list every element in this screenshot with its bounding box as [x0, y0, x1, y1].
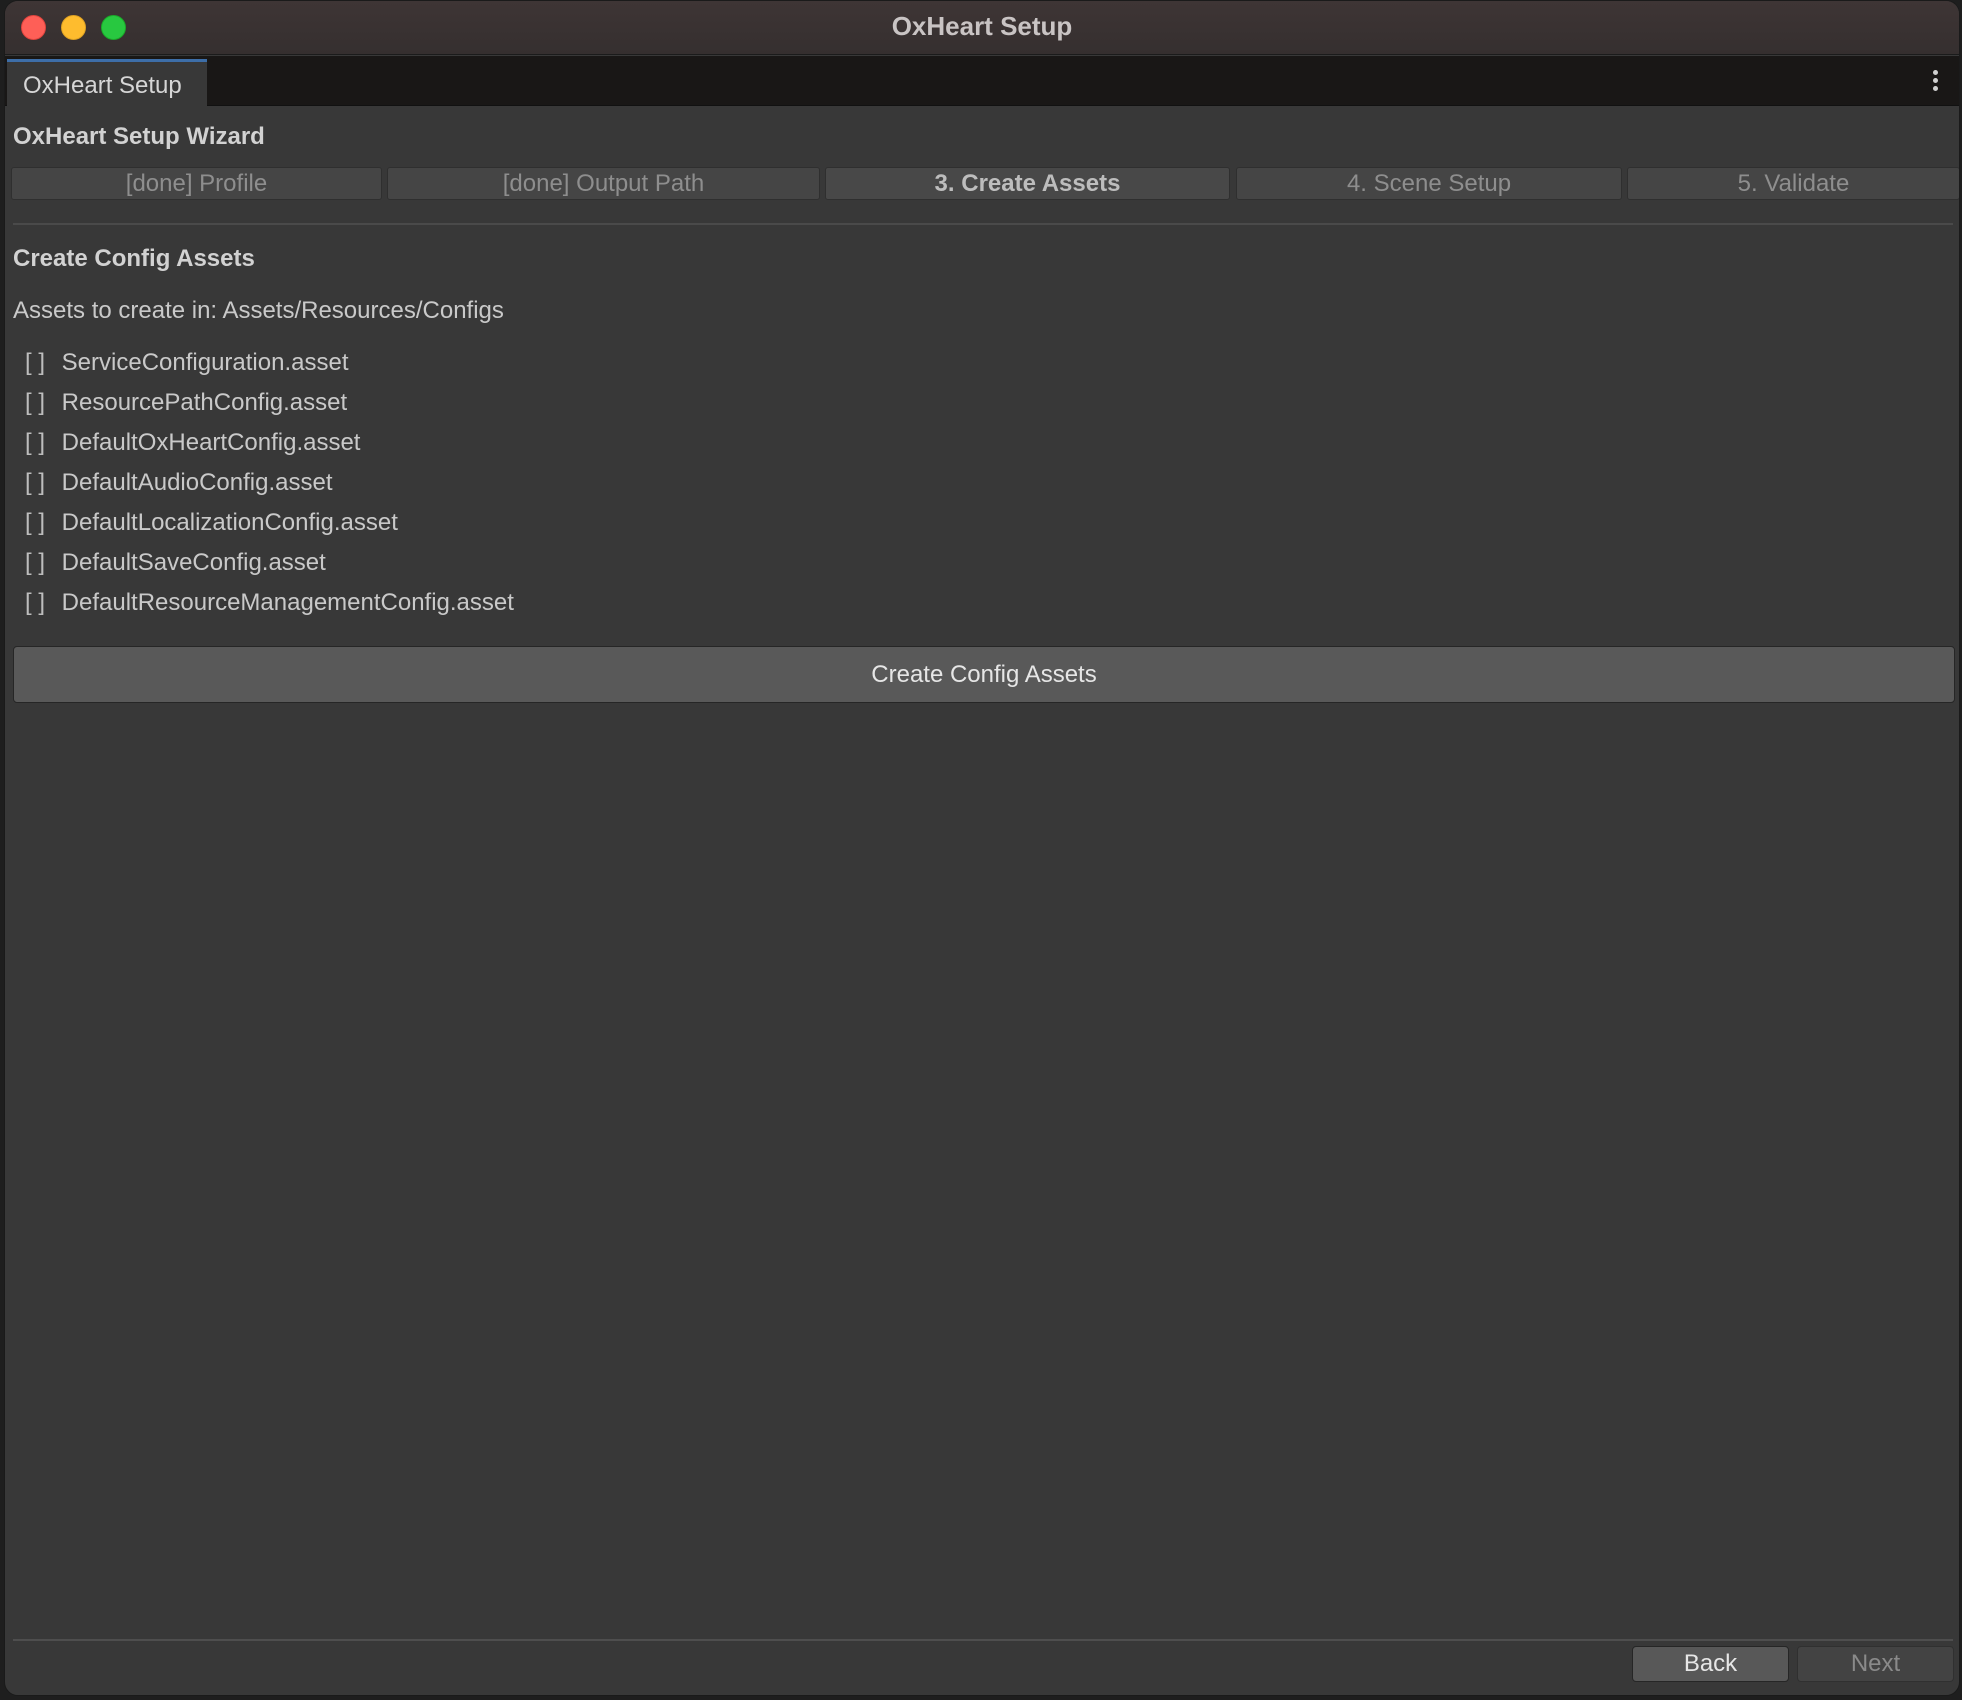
checkbox-indicator: [ ] — [25, 549, 46, 576]
list-item: [ ] DefaultLocalizationConfig.asset — [25, 509, 514, 549]
asset-name: ResourcePathConfig.asset — [61, 389, 348, 416]
list-item: [ ] DefaultSaveConfig.asset — [25, 549, 514, 589]
assets-path-label: Assets to create in: Assets/Resources/Co… — [13, 297, 504, 324]
next-button[interactable]: Next — [1797, 1646, 1954, 1682]
checkbox-indicator: [ ] — [25, 389, 46, 416]
checkbox-indicator: [ ] — [25, 429, 46, 456]
list-item: [ ] ServiceConfiguration.asset — [25, 349, 514, 389]
asset-name: ServiceConfiguration.asset — [61, 349, 349, 376]
tab-strip: OxHeart Setup — [5, 56, 1959, 106]
more-vertical-icon[interactable] — [1931, 70, 1939, 94]
list-item: [ ] ResourcePathConfig.asset — [25, 389, 514, 429]
asset-name: DefaultLocalizationConfig.asset — [61, 509, 398, 536]
step-profile[interactable]: [done] Profile — [11, 167, 382, 200]
asset-name: DefaultOxHeartConfig.asset — [61, 429, 361, 456]
step-create-assets[interactable]: 3. Create Assets — [825, 167, 1230, 200]
asset-name: DefaultAudioConfig.asset — [61, 469, 333, 496]
list-item: [ ] DefaultOxHeartConfig.asset — [25, 429, 514, 469]
kebab-dot — [1932, 70, 1938, 75]
footer-divider — [13, 1639, 1953, 1641]
wizard-title: OxHeart Setup Wizard — [13, 123, 265, 150]
checkbox-indicator: [ ] — [25, 349, 46, 376]
back-button[interactable]: Back — [1632, 1646, 1789, 1682]
kebab-dot — [1932, 86, 1938, 91]
asset-name: DefaultSaveConfig.asset — [61, 549, 326, 576]
create-config-assets-button[interactable]: Create Config Assets — [13, 646, 1955, 703]
step-scene-setup[interactable]: 4. Scene Setup — [1236, 167, 1622, 200]
step-output-path[interactable]: [done] Output Path — [387, 167, 820, 200]
step-validate[interactable]: 5. Validate — [1627, 167, 1959, 200]
list-item: [ ] DefaultResourceManagementConfig.asse… — [25, 589, 514, 629]
kebab-dot — [1932, 78, 1938, 83]
title-bar: OxHeart Setup — [5, 1, 1959, 55]
divider — [13, 223, 1953, 225]
checkbox-indicator: [ ] — [25, 589, 46, 616]
window-title: OxHeart Setup — [891, 11, 1073, 41]
wizard-steps: [done] Profile [done] Output Path 3. Cre… — [5, 167, 1959, 201]
asset-list: [ ] ServiceConfiguration.asset [ ] Resou… — [25, 349, 514, 629]
checkbox-indicator: [ ] — [25, 469, 46, 496]
checkbox-indicator: [ ] — [25, 509, 46, 536]
list-item: [ ] DefaultAudioConfig.asset — [25, 469, 514, 509]
section-title: Create Config Assets — [13, 245, 255, 272]
asset-name: DefaultResourceManagementConfig.asset — [61, 589, 514, 616]
setup-window: OxHeart Setup OxHeart Setup OxHeart Setu… — [4, 0, 1960, 1696]
tab-oxheart-setup[interactable]: OxHeart Setup — [7, 59, 207, 106]
